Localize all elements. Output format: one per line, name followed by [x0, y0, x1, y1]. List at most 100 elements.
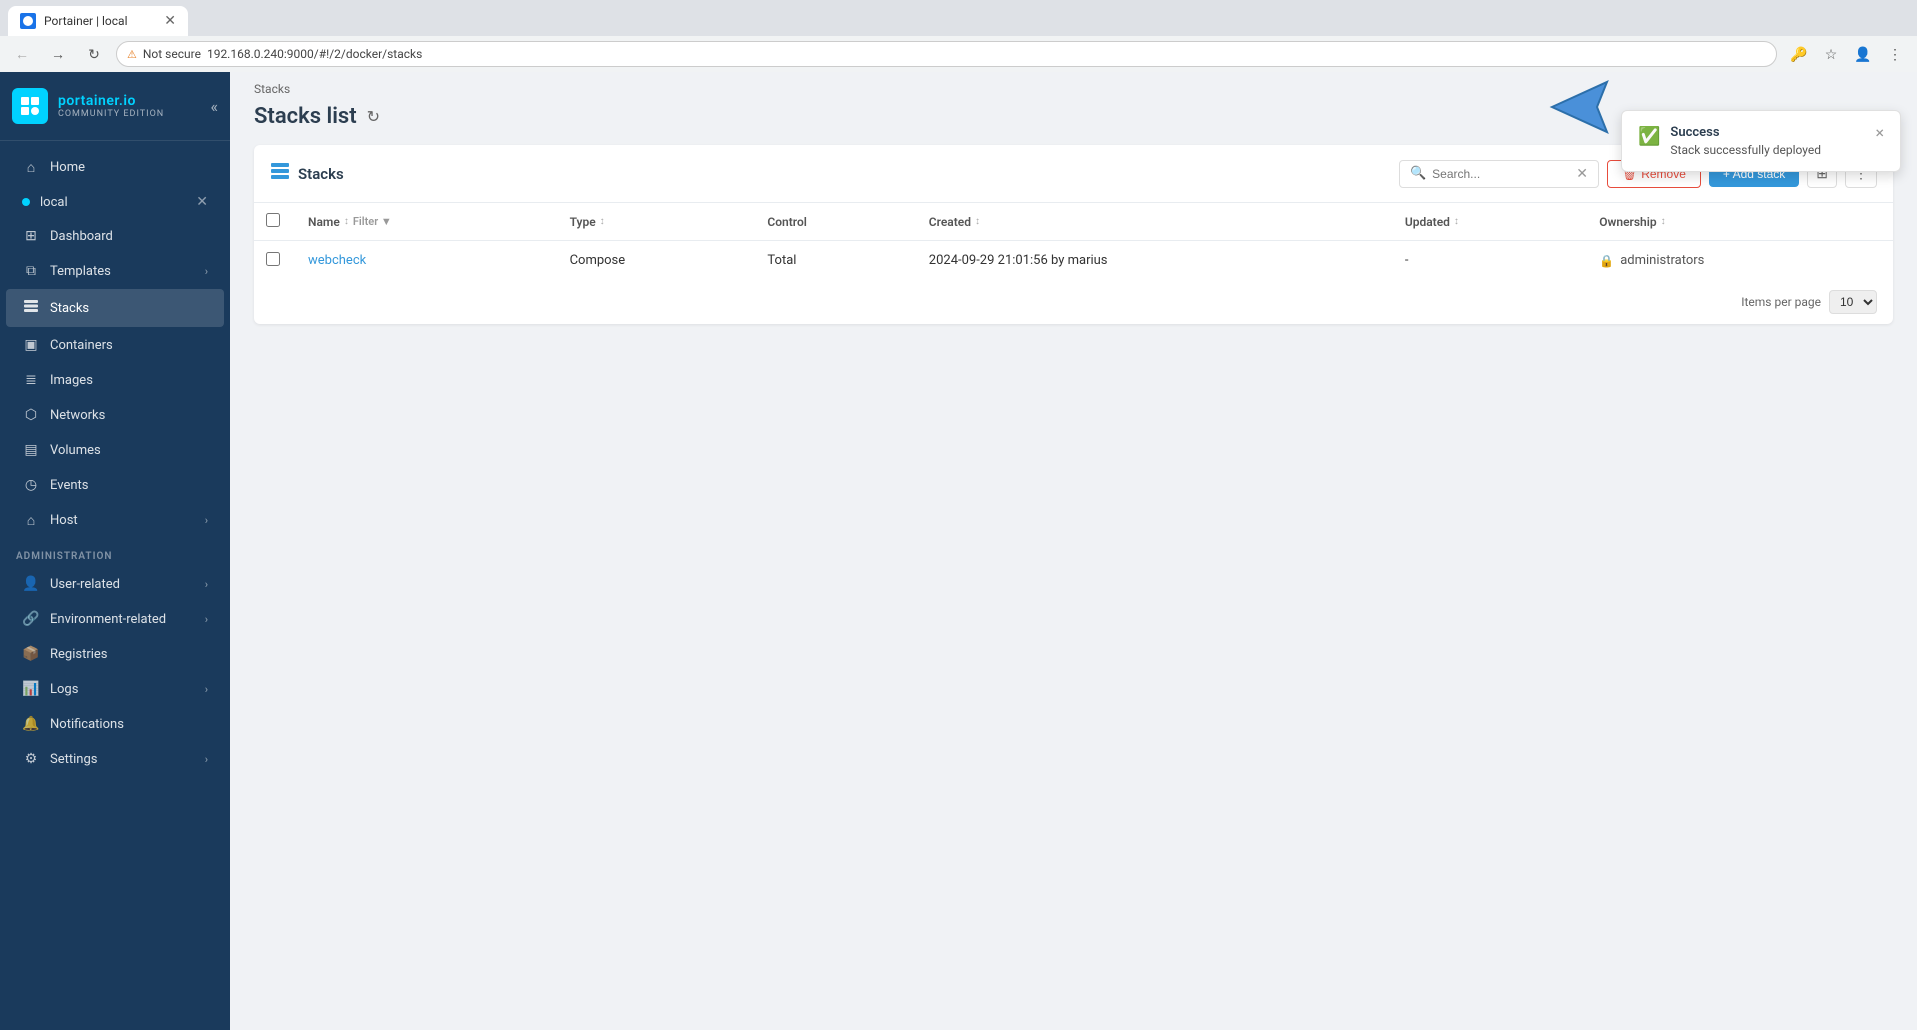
search-icon: 🔍 [1410, 166, 1426, 181]
address-bar[interactable]: ⚠ Not secure 192.168.0.240:9000/#!/2/doc… [116, 41, 1777, 67]
templates-chevron-icon: › [205, 265, 208, 278]
containers-icon: ▣ [22, 337, 40, 353]
stack-name-link[interactable]: webcheck [308, 253, 366, 268]
sidebar-item-notifications-label: Notifications [50, 717, 124, 732]
stacks-table-body: webcheck Compose Total 2024-09-29 21:01:… [254, 241, 1893, 281]
sidebar-item-templates[interactable]: ⧉ Templates › [6, 254, 224, 288]
items-per-page-label: Items per page [1741, 295, 1821, 309]
env-status-badge [22, 198, 30, 206]
forward-button[interactable]: → [44, 40, 72, 68]
type-sort-icon: ↕ [600, 216, 605, 227]
toast-title: Success [1670, 125, 1865, 140]
sidebar-navigation: ⌂ Home local ✕ ⊞ Dashboard ⧉ Templates › [0, 141, 230, 1030]
bookmark-button[interactable]: ☆ [1817, 40, 1845, 68]
sidebar-item-notifications[interactable]: 🔔 Notifications [6, 707, 224, 741]
tab-title: Portainer | local [44, 14, 128, 28]
templates-icon: ⧉ [22, 263, 40, 279]
updated-sort-icon: ↕ [1454, 216, 1459, 227]
browser-tab[interactable]: Portainer | local ✕ [8, 6, 188, 36]
logs-icon: 📊 [22, 681, 40, 697]
sidebar-env-label: local [40, 195, 68, 210]
search-input[interactable] [1432, 167, 1570, 181]
sidebar-item-user-related-label: User-related [50, 577, 120, 592]
browser-tabs: Portainer | local ✕ [0, 0, 1917, 36]
th-checkbox [254, 203, 292, 241]
th-created[interactable]: Created ↕ [913, 203, 1389, 241]
sidebar-item-registries[interactable]: 📦 Registries [6, 637, 224, 671]
env-close-button[interactable]: ✕ [196, 194, 208, 210]
back-button[interactable]: ← [8, 40, 36, 68]
th-ownership[interactable]: Ownership ↕ [1583, 203, 1893, 241]
url-text: 192.168.0.240:9000/#!/2/docker/stacks [207, 47, 422, 61]
sidebar-item-user-related[interactable]: 👤 User-related › [6, 567, 224, 601]
th-name[interactable]: Name ↕ Filter ▼ [292, 203, 554, 241]
td-ownership: 🔒 administrators [1583, 241, 1893, 281]
td-created: 2024-09-29 21:01:56 by marius [913, 241, 1389, 281]
sidebar-environment-local[interactable]: local ✕ [6, 186, 224, 218]
td-updated: - [1389, 241, 1583, 281]
table-row: webcheck Compose Total 2024-09-29 21:01:… [254, 241, 1893, 281]
toast-message: Stack successfully deployed [1670, 143, 1865, 157]
main-content: Stacks Stacks list ↻ Stacks [230, 72, 1917, 1030]
arrow-pointer [1542, 72, 1622, 146]
toast-close-button[interactable]: × [1875, 125, 1884, 141]
sidebar-collapse-button[interactable]: « [210, 97, 218, 116]
volumes-icon: ▤ [22, 442, 40, 458]
sidebar-item-images[interactable]: ≣ Images [6, 363, 224, 397]
browser-toolbar: ← → ↻ ⚠ Not secure 192.168.0.240:9000/#!… [0, 36, 1917, 72]
sidebar-item-settings[interactable]: ⚙ Settings › [6, 742, 224, 776]
sidebar-item-templates-label: Templates [50, 264, 111, 279]
extensions-button[interactable]: ⋮ [1881, 40, 1909, 68]
sidebar-item-registries-label: Registries [50, 647, 108, 662]
th-control: Control [751, 203, 912, 241]
stacks-table-wrapper: Name ↕ Filter ▼ Type ↕ [254, 203, 1893, 280]
tab-close-button[interactable]: ✕ [164, 13, 176, 29]
sidebar-item-containers-label: Containers [50, 338, 113, 353]
sidebar-item-environment-related[interactable]: 🔗 Environment-related › [6, 602, 224, 636]
events-icon: ◷ [22, 477, 40, 493]
sidebar-item-volumes-label: Volumes [50, 443, 101, 458]
host-icon: ⌂ [22, 512, 40, 529]
row-checkbox[interactable] [266, 252, 280, 266]
success-toast: ✅ Success Stack successfully deployed × [1621, 110, 1901, 172]
profile-button[interactable]: 👤 [1849, 40, 1877, 68]
th-updated[interactable]: Updated ↕ [1389, 203, 1583, 241]
sidebar-item-images-label: Images [50, 373, 93, 388]
notifications-icon: 🔔 [22, 716, 40, 732]
sidebar-item-dashboard-label: Dashboard [50, 229, 113, 244]
tab-favicon [20, 13, 36, 29]
sidebar-item-volumes[interactable]: ▤ Volumes [6, 433, 224, 467]
sidebar-item-settings-label: Settings [50, 752, 97, 767]
logs-chevron-icon: › [205, 683, 208, 696]
dashboard-icon: ⊞ [22, 228, 40, 244]
breadcrumb: Stacks [230, 72, 1917, 96]
sidebar-item-events-label: Events [50, 478, 88, 493]
reload-button[interactable]: ↻ [80, 40, 108, 68]
sidebar-item-networks[interactable]: ⬡ Networks [6, 398, 224, 432]
sidebar-item-host-label: Host [50, 513, 78, 528]
sidebar-item-logs[interactable]: 📊 Logs › [6, 672, 224, 706]
sidebar-item-stacks[interactable]: Stacks [6, 289, 224, 327]
sidebar-item-dashboard[interactable]: ⊞ Dashboard [6, 219, 224, 253]
sidebar-item-logs-label: Logs [50, 682, 78, 697]
password-manager-button[interactable]: 🔑 [1785, 40, 1813, 68]
table-footer: Items per page 10 25 50 [254, 280, 1893, 324]
sidebar-item-containers[interactable]: ▣ Containers [6, 328, 224, 362]
items-per-page-select[interactable]: 10 25 50 [1829, 290, 1877, 314]
search-box[interactable]: 🔍 ✕ [1399, 160, 1599, 188]
ownership-value: administrators [1620, 253, 1704, 268]
settings-icon: ⚙ [22, 751, 40, 767]
toast-container: ✅ Success Stack successfully deployed × [1621, 110, 1901, 172]
th-type[interactable]: Type ↕ [554, 203, 752, 241]
sidebar-item-home[interactable]: ⌂ Home [6, 150, 224, 185]
table-header-row: Name ↕ Filter ▼ Type ↕ [254, 203, 1893, 241]
select-all-checkbox[interactable] [266, 213, 280, 227]
panel-title: Stacks [270, 161, 344, 186]
search-clear-button[interactable]: ✕ [1576, 166, 1588, 182]
refresh-button[interactable]: ↻ [367, 107, 380, 126]
sidebar-item-stacks-label: Stacks [50, 301, 89, 316]
sidebar-item-events[interactable]: ◷ Events [6, 468, 224, 502]
images-icon: ≣ [22, 372, 40, 388]
filter-button[interactable]: Filter ▼ [353, 215, 392, 228]
sidebar-item-host[interactable]: ⌂ Host › [6, 503, 224, 538]
